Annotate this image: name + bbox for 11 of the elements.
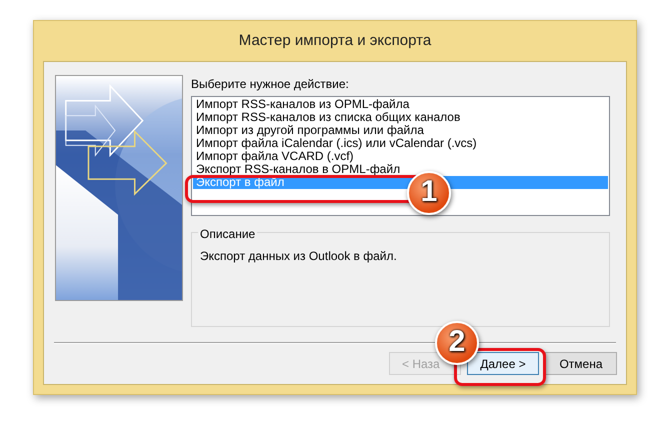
- list-item[interactable]: Импорт файла iCalendar (.ics) или vCalendar (.vcs): [193, 137, 608, 150]
- description-text: Экспорт данных из Outlook в файл.: [200, 249, 397, 263]
- list-item[interactable]: Импорт RSS-каналов из списка общих каналов: [193, 111, 608, 124]
- cancel-button[interactable]: Отмена: [545, 352, 617, 375]
- action-list[interactable]: [191, 96, 610, 216]
- window-title: Мастер импорта и экспорта: [238, 31, 432, 51]
- list-prompt: Выберите нужное действие:: [191, 76, 349, 93]
- next-button[interactable]: Далее >: [467, 352, 539, 375]
- list-item[interactable]: Импорт файла VCARD (.vcf): [193, 150, 608, 163]
- list-item[interactable]: Импорт RSS-каналов из OPML-файла: [193, 98, 608, 111]
- list-item[interactable]: Импорт из другой программы или файла: [193, 124, 608, 137]
